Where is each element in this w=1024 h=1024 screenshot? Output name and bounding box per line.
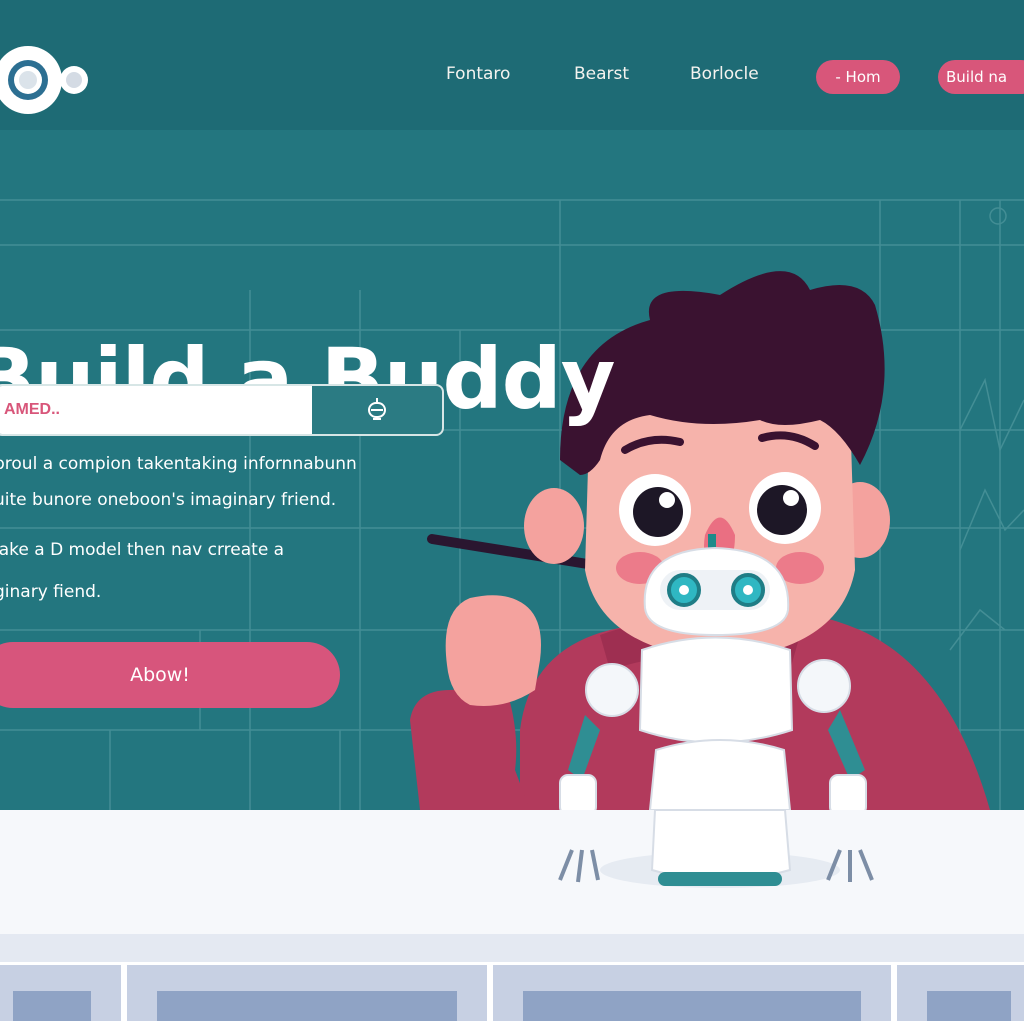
robot-head-icon (368, 398, 386, 420)
home-button[interactable]: - Hom (816, 60, 900, 94)
cta-button[interactable]: Abow! (0, 642, 340, 708)
cabinet-panel (0, 962, 124, 1024)
search-input[interactable] (0, 386, 312, 434)
page: Fontaro Bearst Borlocle - Hom Build na B… (0, 0, 1024, 1024)
cabinet-panel (894, 962, 1024, 1024)
search-button[interactable] (312, 386, 442, 434)
logo-icon[interactable] (0, 42, 88, 118)
cabinet-panel (490, 962, 894, 1024)
desk-surface (0, 810, 1024, 934)
description-line-3: lake a D model then nav crreate a (0, 540, 285, 560)
nav-link-fontaro[interactable]: Fontaro (446, 64, 510, 84)
cabinet-panel (124, 962, 490, 1024)
robot-base (558, 810, 874, 888)
cabinets (0, 934, 1024, 1024)
hero-section: Build a Buddy proul a compion takentakin… (0, 130, 1024, 810)
nav-link-borlocle[interactable]: Borlocle (690, 64, 759, 84)
left-ear (524, 488, 584, 564)
description-line-4: ginary fiend. (0, 582, 102, 602)
description-line-2: uite bunore oneboon's imaginary friend. (0, 490, 337, 510)
hand (445, 595, 541, 706)
search-box (0, 384, 444, 436)
header: Fontaro Bearst Borlocle - Hom Build na (0, 0, 1024, 130)
description-line-1: proul a compion takentaking infornnabunn (0, 454, 357, 474)
build-now-button[interactable]: Build na (938, 60, 1024, 94)
nav-link-bearst[interactable]: Bearst (574, 64, 629, 84)
